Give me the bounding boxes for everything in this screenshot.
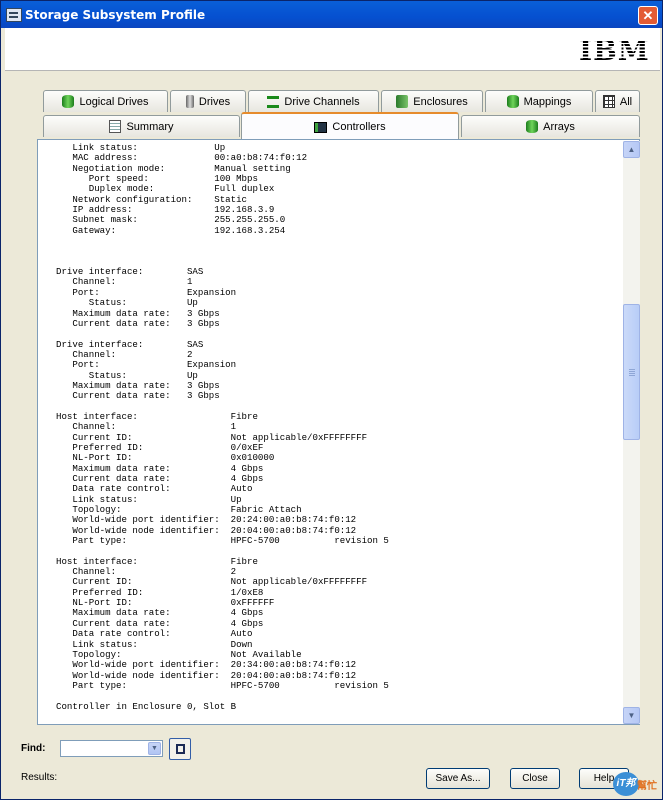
drive-channels-icon (267, 95, 280, 108)
scroll-down-button[interactable]: ▼ (623, 707, 640, 724)
storage-app-icon (6, 8, 22, 22)
profile-text-area[interactable]: Link status: Up MAC address: 00:a0:b8:74… (37, 139, 640, 725)
find-input[interactable] (63, 742, 143, 754)
find-label: Find: (21, 743, 46, 754)
tab-label: Logical Drives (79, 95, 149, 108)
results-label: Results: (21, 772, 58, 783)
tab-label: Summary (126, 120, 174, 133)
watermark-text: 幫忙 (637, 781, 657, 792)
chevron-down-icon[interactable]: ▼ (148, 742, 161, 755)
tab-label: All (619, 95, 633, 108)
tab-label: Drive Channels (284, 95, 360, 108)
document-icon (109, 120, 122, 133)
find-combo[interactable]: ▼ (60, 740, 163, 757)
watermark-logo: iT邦 (613, 772, 639, 796)
tab-label: Arrays (543, 120, 575, 133)
tab-logical-drives[interactable]: Logical Drives (43, 90, 168, 112)
tab-label: Enclosures (413, 95, 468, 108)
arrays-icon (526, 120, 539, 133)
profile-text: Link status: Up MAC address: 00:a0:b8:74… (56, 142, 389, 712)
tab-label: Controllers (332, 121, 386, 133)
logo-banner: IBM (5, 28, 660, 71)
controller-icon (314, 121, 328, 133)
watermark-badge: iT邦 幫忙 (613, 768, 659, 798)
ibm-logo: IBM (579, 34, 650, 67)
window-title: Storage Subsystem Profile (25, 8, 206, 22)
mappings-icon (506, 95, 519, 108)
tab-label: Mappings (523, 95, 572, 108)
find-button[interactable] (169, 738, 191, 760)
profile-window: Storage Subsystem Profile ✕ IBM Logical … (0, 0, 663, 800)
tab-mappings[interactable]: Mappings (485, 90, 593, 112)
tab-label: Drives (198, 95, 231, 108)
tab-controllers[interactable]: Controllers (241, 112, 459, 140)
tab-enclosures[interactable]: Enclosures (381, 90, 483, 112)
save-as-button[interactable]: Save As... (426, 768, 490, 789)
close-button[interactable]: Close (510, 768, 560, 789)
tab-all[interactable]: All (595, 90, 640, 112)
logical-drives-icon (62, 95, 75, 108)
grid-icon (602, 95, 615, 108)
enclosures-icon (396, 95, 409, 108)
title-bar[interactable]: Storage Subsystem Profile ✕ (1, 1, 662, 28)
window-close-button[interactable]: ✕ (638, 6, 658, 25)
drive-icon (185, 95, 194, 108)
binoculars-icon (176, 744, 185, 754)
vertical-scrollbar[interactable]: ▲ ▼ (623, 141, 640, 724)
tab-summary[interactable]: Summary (43, 115, 240, 137)
scroll-thumb[interactable] (623, 304, 640, 440)
tab-drives[interactable]: Drives (170, 90, 246, 112)
tab-arrays[interactable]: Arrays (461, 115, 640, 137)
scroll-up-button[interactable]: ▲ (623, 141, 640, 158)
tab-drive-channels[interactable]: Drive Channels (248, 90, 379, 112)
